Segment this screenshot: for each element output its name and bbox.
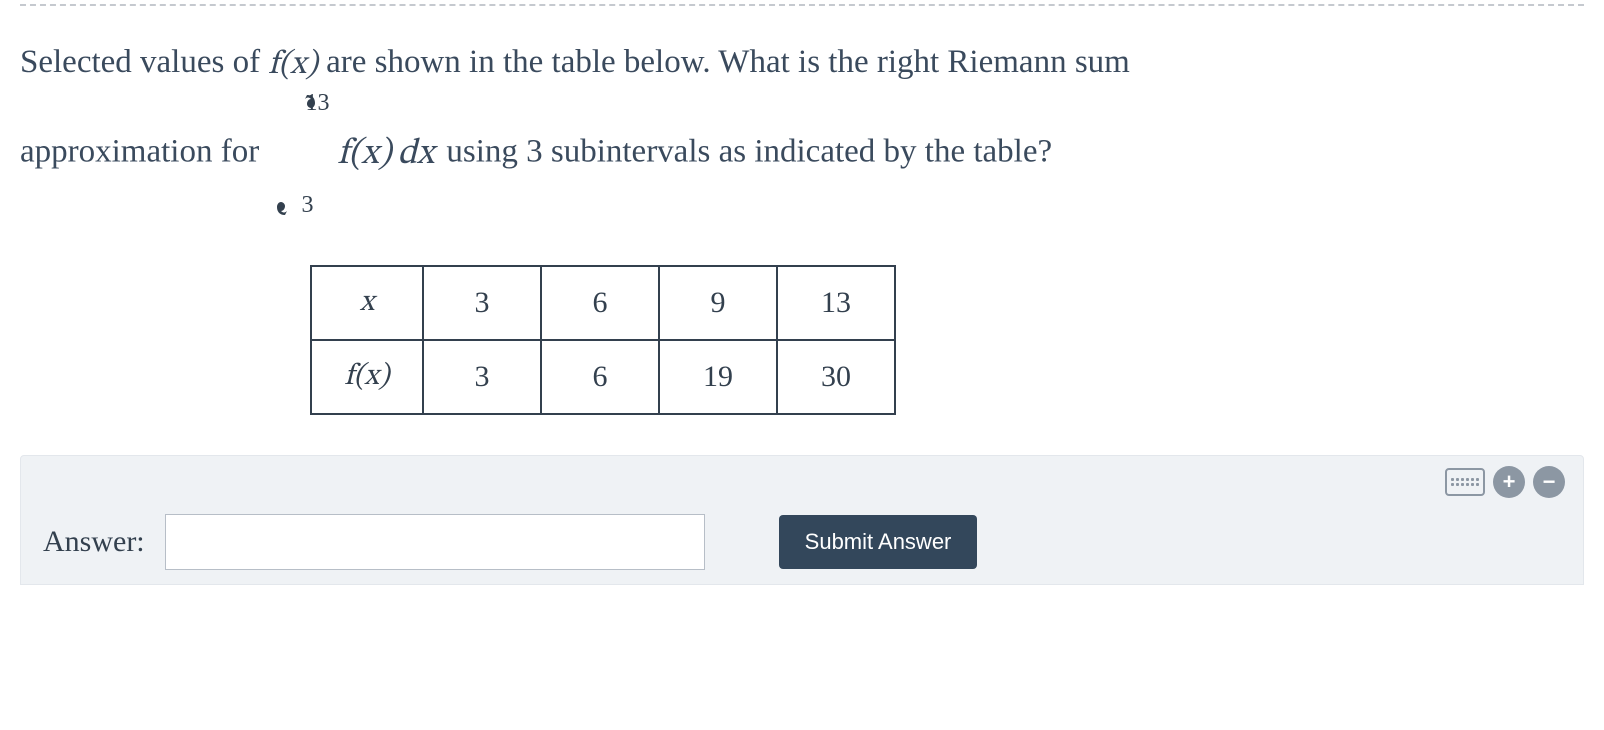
math-fx: f(x) — [268, 40, 318, 90]
x-val-3: 13 — [777, 266, 895, 340]
zoom-out-icon[interactable]: − — [1533, 466, 1565, 498]
integral-upper-bound: 13 — [305, 85, 329, 121]
fx-val-1: 6 — [541, 340, 659, 414]
answer-input[interactable] — [165, 514, 705, 570]
question-text: Selected values of f(x) are shown in the… — [20, 38, 1584, 219]
integrand: f(x) dx — [337, 127, 434, 181]
answer-bar: + − Answer: Submit Answer — [20, 455, 1584, 585]
x-val-1: 6 — [541, 266, 659, 340]
fx-val-0: 3 — [423, 340, 541, 414]
table-row-fx: f(x) 3 6 19 30 — [311, 340, 895, 414]
integral-expression: 13 3 f(x) dx — [271, 89, 434, 219]
integral-lower-bound: 3 — [301, 187, 313, 223]
toolbar: + − — [1445, 466, 1565, 498]
answer-label: Answer: — [43, 525, 145, 559]
row-fx-label: f(x) — [311, 340, 423, 414]
section-divider — [20, 4, 1584, 6]
x-val-0: 3 — [423, 266, 541, 340]
zoom-in-icon[interactable]: + — [1493, 466, 1525, 498]
keyboard-icon[interactable] — [1445, 468, 1485, 496]
x-val-2: 9 — [659, 266, 777, 340]
integral-sign-icon: 13 3 — [271, 89, 327, 219]
submit-answer-button[interactable]: Submit Answer — [779, 515, 978, 569]
q-line2-post: using 3 subintervals as indicated by the… — [446, 134, 1052, 170]
row-x-label: x — [311, 266, 423, 340]
values-table: x 3 6 9 13 f(x) 3 6 19 30 — [310, 265, 896, 415]
q-line1-pre: Selected values of — [20, 44, 268, 80]
q-line1-post: are shown in the table below. What is th… — [326, 44, 1130, 80]
q-line2-pre: approximation for — [20, 134, 267, 170]
fx-val-3: 30 — [777, 340, 895, 414]
table-row-x: x 3 6 9 13 — [311, 266, 895, 340]
fx-val-2: 19 — [659, 340, 777, 414]
